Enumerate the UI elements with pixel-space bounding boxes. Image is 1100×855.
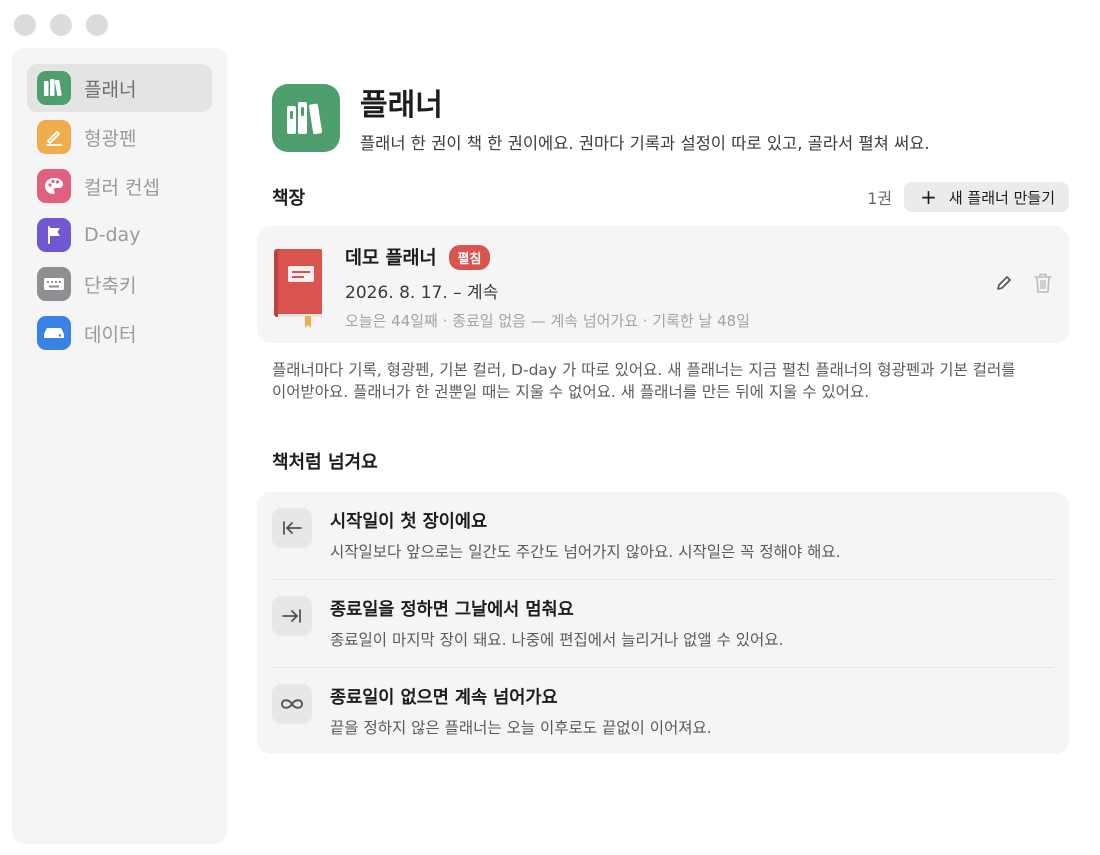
rule-title: 종료일을 정하면 그날에서 멈춰요 xyxy=(330,600,574,620)
planner-book-card[interactable]: 데모 플래너 펼침 2026. 8. 17. – 계속 오늘은 44일째 · 종… xyxy=(257,226,1069,343)
paging-section-title: 책처럼 넘겨요 xyxy=(272,452,378,473)
trash-icon[interactable] xyxy=(1033,272,1053,294)
sidebar-item-label: 데이터 xyxy=(84,323,137,346)
sidebar-item-highlighter[interactable]: 형광펜 xyxy=(27,113,212,161)
palette-icon xyxy=(37,169,71,203)
arrow-to-end-icon xyxy=(272,596,312,636)
window-controls xyxy=(14,14,108,36)
edit-pencil-icon[interactable] xyxy=(995,274,1013,292)
page-subtitle: 플래너 한 권이 책 한 권이에요. 권마다 기록과 설정이 따로 있고, 골라… xyxy=(360,134,930,153)
paging-rules-card: 시작일이 첫 장이에요 시작일보다 앞으로는 일간도 주간도 넘어가지 않아요.… xyxy=(257,492,1069,754)
book-cover-icon xyxy=(272,248,324,334)
highlighter-pen-icon xyxy=(37,120,71,154)
main-content: 플래너 플래너 한 권이 책 한 권이에요. 권마다 기록과 설정이 따로 있고… xyxy=(257,84,1069,754)
bookshelf-header: 책장 1권 + 새 플래너 만들기 xyxy=(272,182,1069,212)
book-count: 1권 xyxy=(867,189,893,208)
close-window-button[interactable] xyxy=(14,14,36,36)
list-item: 시작일이 첫 장이에요 시작일보다 앞으로는 일간도 주간도 넘어가지 않아요.… xyxy=(272,492,1054,580)
rule-subtitle: 종료일이 마지막 장이 돼요. 나중에 편집에서 늘리거나 없앨 수 있어요. xyxy=(330,631,784,649)
sidebar-item-color-concept[interactable]: 컬러 컨셉 xyxy=(27,162,212,210)
plus-icon: + xyxy=(920,185,937,209)
sidebar-item-data[interactable]: 데이터 xyxy=(27,309,212,357)
rule-title: 시작일이 첫 장이에요 xyxy=(330,512,488,532)
status-badge: 펼침 xyxy=(448,244,491,270)
book-meta: 오늘은 44일째 · 종료일 없음 — 계속 넘어가요 · 기록한 날 48일 xyxy=(345,312,750,330)
drive-icon xyxy=(37,316,71,350)
planner-books-icon xyxy=(37,71,71,105)
rule-subtitle: 시작일보다 앞으로는 일간도 주간도 넘어가지 않아요. 시작일은 꼭 정해야 … xyxy=(330,543,841,561)
flag-icon xyxy=(37,218,71,252)
zoom-window-button[interactable] xyxy=(86,14,108,36)
bookshelf-title: 책장 xyxy=(272,188,306,209)
minimize-window-button[interactable] xyxy=(50,14,72,36)
rule-title: 종료일이 없으면 계속 넘어가요 xyxy=(330,688,558,708)
page-title: 플래너 xyxy=(360,88,443,123)
arrow-to-start-icon xyxy=(272,508,312,548)
sidebar-item-planner[interactable]: 플래너 xyxy=(27,64,212,112)
list-item: 종료일이 없으면 계속 넘어가요 끝을 정하지 않은 플래너는 오늘 이후로도 … xyxy=(272,668,1054,756)
sidebar-item-dday[interactable]: D-day xyxy=(27,211,212,259)
sidebar: 플래너 형광펜 컬러 컨셉 D-day 단축키 데이터 xyxy=(12,48,227,844)
sidebar-item-label: 플래너 xyxy=(84,78,137,101)
planner-books-icon xyxy=(272,84,340,152)
new-planner-label: 새 플래너 만들기 xyxy=(948,188,1055,207)
book-name: 데모 플래너 xyxy=(345,248,437,269)
rule-subtitle: 끝을 정하지 않은 플래너는 오늘 이후로도 끝없이 이어져요. xyxy=(330,719,712,737)
list-item: 종료일을 정하면 그날에서 멈춰요 종료일이 마지막 장이 돼요. 나중에 편집… xyxy=(272,580,1054,668)
new-planner-button[interactable]: + 새 플래너 만들기 xyxy=(904,182,1069,212)
sidebar-item-shortcuts[interactable]: 단축키 xyxy=(27,260,212,308)
book-date-range: 2026. 8. 17. – 계속 xyxy=(345,283,499,303)
page-header: 플래너 플래너 한 권이 책 한 권이에요. 권마다 기록과 설정이 따로 있고… xyxy=(272,84,1069,154)
keyboard-icon xyxy=(37,267,71,301)
infinity-icon xyxy=(272,684,312,724)
sidebar-item-label: 형광펜 xyxy=(84,127,137,150)
sidebar-item-label: 컬러 컨셉 xyxy=(84,176,160,199)
sidebar-item-label: 단축키 xyxy=(84,274,137,297)
sidebar-item-label: D-day xyxy=(84,224,141,246)
bookshelf-description: 플래너마다 기록, 형광펜, 기본 컬러, D-day 가 따로 있어요. 새 … xyxy=(272,361,1016,401)
